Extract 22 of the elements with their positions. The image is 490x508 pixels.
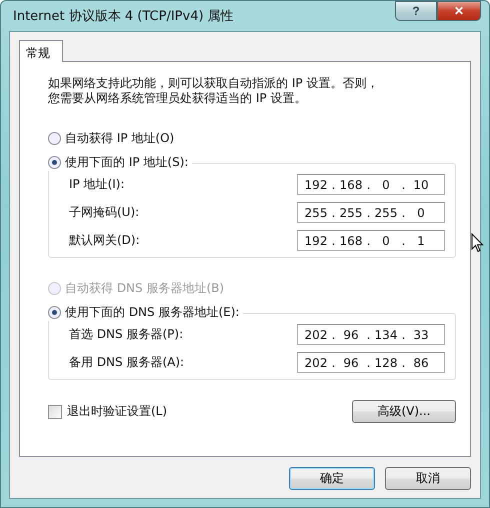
advanced-button[interactable]: 高级(V)... (352, 400, 456, 423)
ip-address-field[interactable]: 192 . 168 . 0 . 1 (297, 230, 445, 251)
cancel-button[interactable]: 取消 (385, 467, 471, 490)
close-button[interactable]: ✕ (437, 1, 481, 21)
field-label: IP 地址(I): (69, 176, 125, 193)
ip-address-field[interactable]: 202 . 96 . 134 . 33 (297, 324, 445, 345)
field-label: 首选 DNS 服务器(P): (69, 326, 184, 343)
ip-address-field[interactable]: 202 . 96 . 128 . 86 (297, 352, 445, 373)
field-label: 备用 DNS 服务器(A): (69, 354, 184, 371)
description-text: 您需要从网络系统管理员处获得适当的 IP 设置。 (48, 91, 306, 106)
radio-option[interactable]: 使用下面的 IP 地址(S): (48, 154, 192, 171)
window-title: Internet 协议版本 4 (TCP/IPv4) 属性 (12, 8, 234, 25)
ip-address-field[interactable]: 192 . 168 . 0 . 10 (297, 174, 445, 195)
ip-address-field[interactable]: 255 . 255 . 255 . 0 (297, 202, 445, 223)
validate-checkbox[interactable]: 退出时验证设置(L) (48, 403, 168, 420)
description-text: 如果网络支持此功能，则可以获取自动指派的 IP 设置。否则， (48, 76, 378, 91)
field-label: 默认网关(D): (69, 232, 140, 249)
tab[interactable]: 常规 (19, 40, 63, 62)
ok-button[interactable]: 确定 (289, 467, 375, 490)
help-button[interactable]: ? (395, 1, 437, 21)
radio-option[interactable]: 使用下面的 DNS 服务器地址(E): (48, 304, 244, 321)
field-label: 子网掩码(U): (69, 204, 140, 221)
